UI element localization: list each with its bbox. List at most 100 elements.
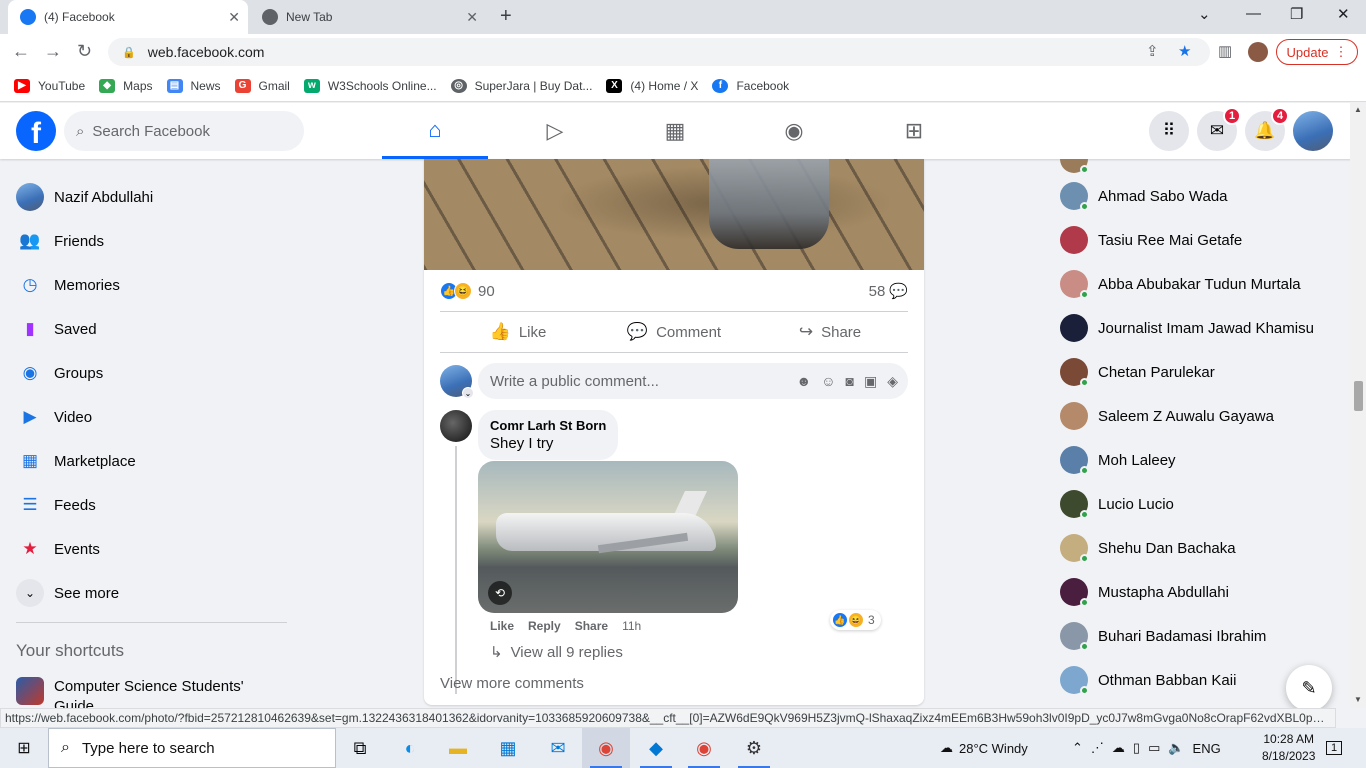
bookmark-w3schools[interactable]: w W3Schools Online... — [303, 78, 437, 93]
share-icon[interactable]: ⇪ — [1146, 42, 1159, 60]
mail-icon[interactable]: ✉ — [534, 728, 582, 768]
edge-icon[interactable]: ◐ — [386, 728, 434, 768]
scrollbar-thumb[interactable] — [1354, 381, 1363, 411]
sidebar-item-marketplace[interactable]: ▦ Marketplace — [16, 443, 136, 479]
cloud-icon[interactable]: ☁ — [1112, 740, 1125, 756]
camera-icon[interactable]: ◙ — [846, 373, 854, 390]
back-icon[interactable]: ← — [12, 41, 30, 62]
comment-like-link[interactable]: Like — [490, 619, 514, 633]
language-indicator[interactable]: ENG — [1193, 741, 1221, 756]
contact-item[interactable]: Lucio Lucio — [1060, 482, 1174, 526]
new-message-button[interactable]: ✎ — [1286, 665, 1332, 711]
view-replies-link[interactable]: ↳ View all 9 replies — [490, 643, 623, 662]
search-input[interactable]: ⌕ Search Facebook — [64, 111, 304, 151]
file-explorer-icon[interactable]: ▬ — [434, 728, 482, 768]
update-button[interactable]: Update ⋮ — [1276, 39, 1358, 65]
contact-item[interactable]: Tasiu Ree Mai Getafe — [1060, 218, 1242, 262]
contact-item[interactable]: Shehu Dan Bachaka — [1060, 526, 1236, 570]
scroll-down-icon[interactable]: ▼ — [1354, 695, 1362, 704]
restore-icon[interactable]: ❐ — [1290, 5, 1303, 23]
tab-marketplace[interactable]: ▦ — [622, 103, 728, 159]
sidebar-item-profile[interactable]: Nazif Abdullahi — [16, 179, 153, 215]
sidebar-item-groups[interactable]: ◉ Groups — [16, 355, 104, 391]
comment-reactions[interactable]: 👍 😆 3 — [830, 610, 881, 630]
chrome-icon[interactable]: ◉ — [582, 728, 630, 768]
bookmark-news[interactable]: ▤ News — [166, 78, 221, 93]
contact-item[interactable]: Abba Abubakar Tudun Murtala — [1060, 262, 1301, 306]
contact-item[interactable]: Buhari Badamasi Ibrahim — [1060, 614, 1266, 658]
comment-input[interactable]: Write a public comment... ☻ ☺ ◙ ▣ ◈ — [478, 363, 908, 399]
close-tab-icon[interactable]: ✕ — [466, 9, 478, 26]
bookmark-gmail[interactable]: G Gmail — [234, 78, 290, 93]
sticker-icon[interactable]: ◈ — [887, 373, 898, 390]
taskbar-search-input[interactable]: ⌕ Type here to search — [48, 728, 336, 768]
contact-item[interactable]: Moh Laleey — [1060, 438, 1176, 482]
contact-item[interactable]: Saleem Z Auwalu Gayawa — [1060, 394, 1274, 438]
phone-icon[interactable]: ▯ — [1133, 740, 1140, 756]
facebook-logo-icon[interactable]: f — [16, 111, 56, 151]
comment-button[interactable]: 💬 Comment — [596, 312, 752, 352]
sidebar-item-feeds[interactable]: ☰ Feeds — [16, 487, 95, 523]
sidebar-item-see-more[interactable]: ⌄ See more — [16, 575, 119, 611]
bookmark-star-icon[interactable]: ★ — [1178, 42, 1191, 60]
post-reactions-summary[interactable]: 👍 😆 90 58 💬 — [440, 280, 908, 302]
tab-gaming[interactable]: ⊞ — [861, 103, 967, 159]
avatar[interactable]: ⌄ — [440, 365, 474, 399]
sidebar-item-video[interactable]: ▶ Video — [16, 399, 92, 435]
battery-icon[interactable]: ▭ — [1148, 740, 1160, 756]
action-center-icon[interactable]: 1 — [1326, 728, 1343, 768]
account-avatar[interactable] — [1293, 111, 1333, 151]
tab-facebook[interactable]: (4) Facebook ✕ — [8, 0, 248, 34]
lock-icon[interactable]: 🔒 — [122, 46, 136, 59]
avatar[interactable] — [440, 410, 472, 442]
chevron-up-icon[interactable]: ⌃ — [1072, 740, 1083, 756]
tab-groups[interactable]: ◉ — [741, 103, 847, 159]
bookmark-x[interactable]: X (4) Home / X — [606, 78, 698, 93]
sidebar-item-friends[interactable]: 👥 Friends — [16, 223, 104, 259]
contact-item[interactable]: Journalist Imam Jawad Khamisu — [1060, 306, 1314, 350]
vscode-icon[interactable]: ◆ — [632, 728, 680, 768]
page-scrollbar[interactable]: ▲ ▼ — [1350, 103, 1366, 708]
tab-search-icon[interactable]: ⌄ — [1198, 5, 1211, 23]
bookmark-facebook[interactable]: f Facebook — [712, 78, 789, 93]
view-more-comments-link[interactable]: View more comments — [440, 675, 584, 692]
profile-avatar-icon[interactable] — [1248, 42, 1268, 62]
volume-icon[interactable]: 🔈 — [1168, 740, 1184, 756]
comment-share-link[interactable]: Share — [575, 619, 608, 633]
bookmark-superjara[interactable]: ◎ SuperJara | Buy Dat... — [450, 78, 592, 93]
network-icon[interactable]: ⋰ — [1091, 740, 1104, 756]
close-tab-icon[interactable]: ✕ — [228, 9, 240, 26]
contact-item[interactable]: Chetan Parulekar — [1060, 350, 1215, 394]
shortcut-item[interactable]: Computer Science Students' Guide — [16, 677, 254, 708]
minimize-icon[interactable]: — — [1246, 5, 1261, 22]
store-icon[interactable]: ▦ — [484, 728, 532, 768]
bookmark-youtube[interactable]: ▶ YouTube — [14, 78, 85, 93]
reload-icon[interactable]: ↻ — [77, 41, 92, 62]
side-panel-icon[interactable]: ▥ — [1218, 42, 1232, 60]
comment-author[interactable]: Comr Larh St Born — [490, 418, 606, 433]
scroll-up-icon[interactable]: ▲ — [1354, 105, 1362, 114]
task-view-icon[interactable]: ⧉ — [336, 728, 384, 768]
clock[interactable]: 10:28 AM 8/18/2023 — [1262, 731, 1315, 765]
close-window-icon[interactable]: ✕ — [1337, 5, 1350, 23]
comment-photo[interactable]: ⟲ — [478, 461, 738, 613]
avatar-sticker-icon[interactable]: ☻ — [796, 373, 811, 390]
post-image[interactable] — [424, 159, 924, 270]
forward-icon[interactable]: → — [44, 41, 62, 62]
contact-item[interactable]: Othman Babban Kaii — [1060, 658, 1236, 702]
sidebar-item-memories[interactable]: ◷ Memories — [16, 267, 120, 303]
like-button[interactable]: 👍 Like — [440, 312, 596, 352]
comment-count[interactable]: 58 💬 — [869, 282, 908, 301]
sidebar-item-saved[interactable]: ▮ Saved — [16, 311, 96, 347]
menu-button[interactable]: ⠿ — [1149, 111, 1189, 151]
windows-start-icon[interactable]: ⊞ — [0, 728, 48, 768]
settings-icon[interactable]: ⚙ — [730, 728, 778, 768]
new-tab-icon[interactable]: + — [500, 5, 512, 28]
share-button[interactable]: ↪ Share — [752, 312, 908, 352]
emoji-icon[interactable]: ☺ — [821, 373, 835, 390]
contact-item[interactable]: Ahmad Sabo Wada — [1060, 174, 1228, 218]
weather-widget[interactable]: ☁ 28°C Windy — [940, 728, 1028, 768]
comment-time[interactable]: 11h — [622, 619, 641, 633]
address-bar[interactable]: 🔒 web.facebook.com — [108, 38, 1210, 66]
comment-reply-link[interactable]: Reply — [528, 619, 561, 633]
